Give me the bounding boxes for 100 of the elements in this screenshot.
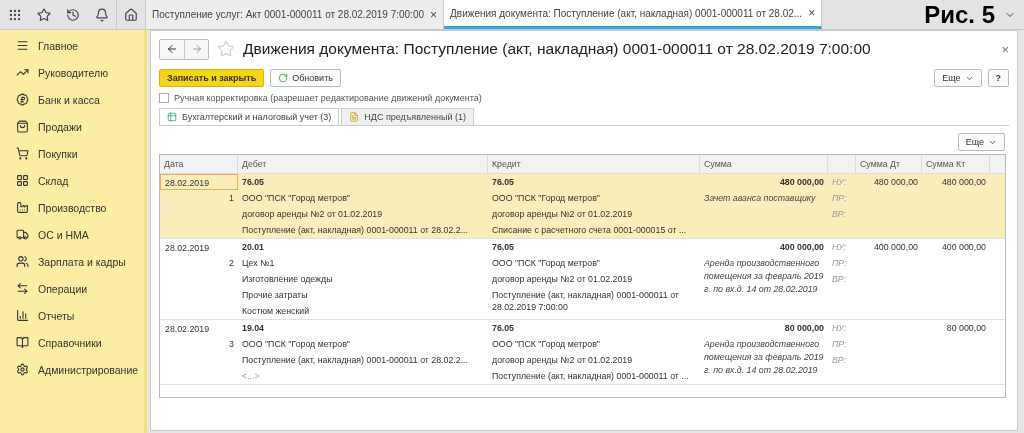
credit-cell-text: договор аренды №2 от 01.02.2019 (491, 273, 634, 286)
credit-cell-text: Поступление (акт, накладная) 0001-000011 от 28.02.2019 7:00:00 (491, 289, 680, 314)
section-icon (16, 120, 29, 133)
sidebar-item[interactable]: Покупки (0, 140, 144, 167)
debit-cell-text: 76.05 (241, 176, 265, 189)
debit-cell-text: ООО "ПСК "Город метров" (241, 192, 351, 205)
checkbox-label: Ручная корректировка (разрешает редактирование движений документа) (174, 93, 482, 103)
amount-cell-text: 400 000,00 (940, 241, 987, 254)
refresh-icon (278, 73, 289, 83)
checkbox[interactable] (159, 93, 169, 103)
section-icon (16, 39, 29, 52)
back-button[interactable] (160, 39, 184, 59)
content-note: Зачет аванса поставщику (703, 192, 817, 205)
row-number: 1 (228, 192, 235, 205)
amount-cell-text: 480 000,00 (940, 176, 987, 189)
column-header: Дебет (242, 159, 267, 169)
sidebar-item[interactable]: Операции (0, 275, 144, 302)
amount-cell-text: 400 000,00 (872, 241, 919, 254)
close-icon[interactable]: × (1001, 41, 1009, 57)
tax-label: НУ: (831, 322, 848, 335)
refresh-button[interactable]: Обновить (270, 69, 341, 87)
home-icon[interactable] (124, 7, 138, 22)
debit-cell-text: 20.01 (241, 241, 265, 254)
right-arrow-icon (190, 43, 203, 55)
credit-cell-text: Поступление (акт, накладная) 0001-000011 от ... (491, 370, 690, 383)
register-tab[interactable]: НДС предъявленный (1) (341, 108, 474, 125)
credit-cell-text: договор аренды №2 от 01.02.2019 (491, 208, 634, 221)
star-icon[interactable] (217, 40, 235, 58)
tax-label: НУ: (831, 176, 848, 189)
sidebar-item[interactable]: Зарплата и кадры (0, 248, 144, 275)
sidebar-item[interactable]: Отчеты (0, 302, 144, 329)
credit-cell-text: ООО "ПСК "Город метров" (491, 192, 601, 205)
close-icon[interactable]: × (808, 6, 816, 20)
section-icon (16, 336, 29, 349)
register-tab[interactable]: Бухгалтерский и налоговый учет (3) (159, 108, 340, 125)
sidebar-item[interactable]: ОС и НМА (0, 221, 144, 248)
sidebar-item[interactable]: Главное (0, 32, 144, 59)
left-arrow-icon (166, 43, 178, 55)
debit-cell-text: Прочие затраты (241, 289, 309, 302)
column-header: Сумма (704, 159, 732, 169)
tax-label: ПР: (831, 257, 848, 270)
history-icon[interactable] (65, 7, 80, 22)
tax-label: ВР: (831, 208, 848, 221)
debit-cell-text: Изготовление одежды (241, 273, 334, 286)
row-number: 3 (228, 338, 235, 351)
section-icon (16, 201, 29, 214)
credit-cell-text: 76.05 (491, 322, 515, 335)
date-cell-text: 28.02.2019 (164, 323, 211, 336)
sidebar-item[interactable]: Руководителю (0, 59, 144, 86)
column-header: Сумма Кт (926, 159, 966, 169)
section-icon (16, 363, 29, 376)
table-icon (167, 112, 177, 122)
close-icon[interactable]: × (430, 7, 438, 22)
section-icon (16, 309, 29, 322)
column-header: Дата (164, 159, 184, 169)
tax-label: НУ: (831, 241, 848, 254)
credit-cell-text: 76.05 (491, 176, 515, 189)
section-icon (16, 255, 29, 268)
help-button[interactable]: ? (987, 69, 1009, 87)
sidebar-item[interactable]: Производство (0, 194, 144, 221)
debit-cell-text: Поступление (акт, накладная) 0001-000011 от 28.02.2... (241, 224, 469, 237)
bell-icon[interactable] (94, 7, 109, 22)
tax-label: ВР: (831, 273, 848, 286)
content-note: Аренда производственного помещения за февраль 2019 г. по вх.д. 14 от 28.02.2019 (703, 257, 825, 296)
section-icon (16, 147, 29, 160)
debit-cell-text: Цех №1 (241, 257, 276, 270)
amount-cell-text: 400 000,00 (778, 241, 825, 254)
debit-cell-text: Костюм женский (241, 305, 311, 318)
window-title: Движения документа: Поступление (акт, накладная) 0001-000011 от 28.02.2019 7:00:00 (243, 40, 871, 58)
document-tab[interactable]: Движения документа: Поступление (акт, накладная) 0001-000011 от 28.02... × (444, 0, 823, 29)
column-header: Сумма Дт (860, 159, 901, 169)
more-button[interactable]: Еще (934, 69, 982, 87)
tax-label: ПР: (831, 192, 848, 205)
credit-cell-text: ООО "ПСК "Город метров" (491, 257, 601, 270)
row-number: 2 (228, 257, 235, 270)
more-button[interactable]: Еще (957, 133, 1005, 151)
sidebar-item[interactable]: Справочники (0, 329, 144, 356)
debit-cell-text: договор аренды №2 от 01.02.2019 (241, 208, 384, 221)
debit-cell-text: 19.04 (241, 322, 265, 335)
sidebar-item[interactable]: Банк и касса (0, 86, 144, 113)
debit-cell-text: <...> (241, 370, 261, 383)
figure-label: Рис. 5 (924, 0, 995, 29)
document-icon (349, 112, 360, 122)
amount-cell-text: 80 000,00 (783, 322, 825, 335)
sidebar-item[interactable]: Администрирование (0, 356, 144, 383)
save-and-close-button[interactable]: Записать и закрыть (159, 69, 265, 87)
sidebar-item[interactable]: Продажи (0, 113, 144, 140)
tax-label: ПР: (831, 338, 848, 351)
credit-cell-text: Списание с расчетного счета 0001-000015 от ... (491, 224, 688, 237)
star-icon[interactable] (36, 7, 51, 22)
date-cell: 28.02.2019 (160, 174, 238, 190)
apps-grid-icon[interactable] (7, 7, 22, 22)
tax-label: ВР: (831, 354, 848, 367)
credit-cell-text: 76.05 (491, 241, 515, 254)
column-header: Кредит (492, 159, 521, 169)
debit-cell-text: Поступление (акт, накладная) 0001-000011 от 28.02.2... (241, 354, 469, 367)
posting-row[interactable] (160, 174, 1005, 239)
sidebar-item[interactable]: Склад (0, 167, 144, 194)
amount-cell-text: 480 000,00 (778, 176, 825, 189)
document-tab[interactable]: Поступление услуг: Акт 0001-000011 от 28.02.2019 7:00:00 × (146, 0, 445, 29)
